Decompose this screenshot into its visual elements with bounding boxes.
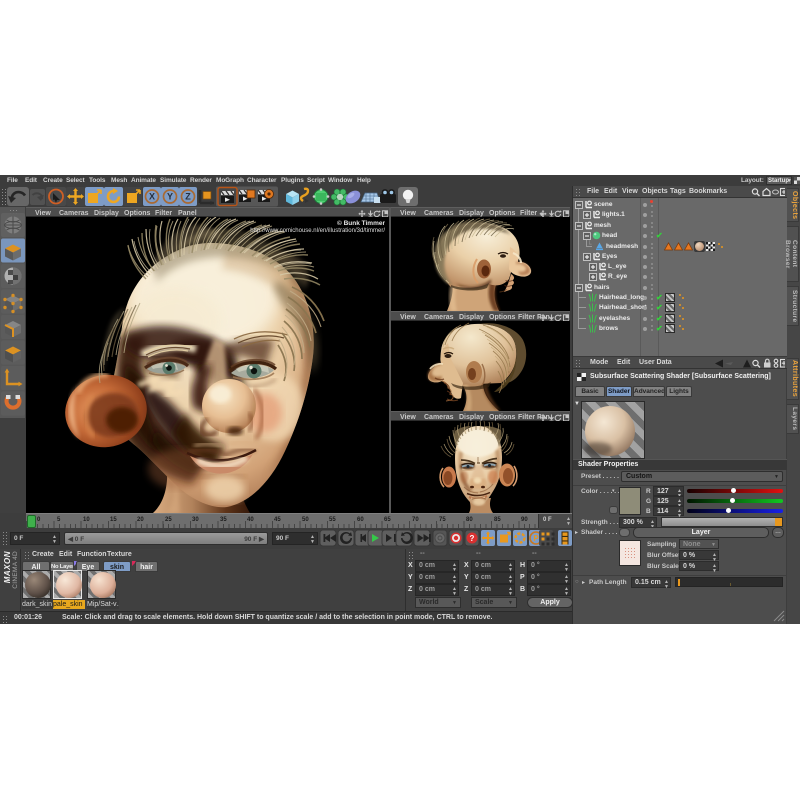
svg-text:Y: Y [167, 192, 173, 202]
svg-text:?: ? [470, 534, 475, 543]
svg-text:Z: Z [185, 192, 191, 202]
svg-text:P: P [533, 534, 539, 543]
svg-text:X: X [149, 192, 155, 202]
